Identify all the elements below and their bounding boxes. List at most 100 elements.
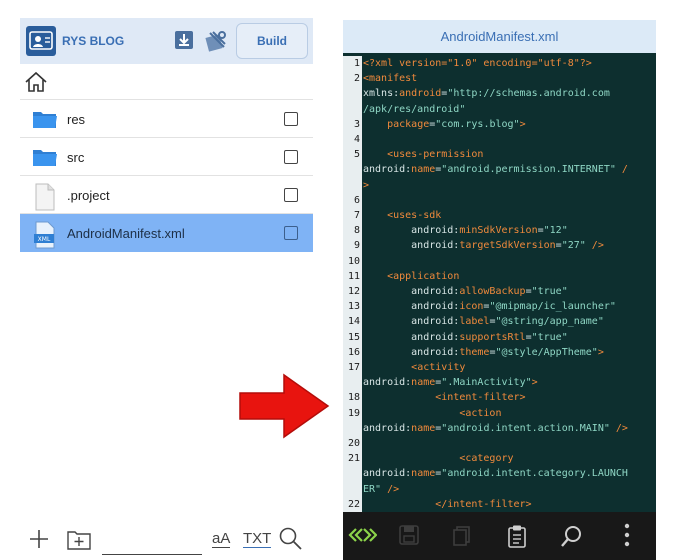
- code-token: label: [459, 316, 490, 328]
- code-token: android:: [363, 164, 412, 176]
- code-line: android:name="android.intent.action.MAIN…: [343, 421, 656, 436]
- copy-icon[interactable]: [451, 524, 473, 551]
- code-token: <?xml version="1.0" encoding="utf-8"?>: [363, 58, 592, 69]
- file-checkbox[interactable]: [284, 150, 298, 164]
- code-text: android:targetSdkVersion="27" />: [363, 238, 604, 253]
- line-number: 16: [347, 346, 360, 358]
- app-logo-icon: [26, 26, 56, 56]
- expand-arrows-icon[interactable]: [347, 524, 378, 551]
- filter-input-underline[interactable]: [102, 554, 202, 555]
- code-text: <uses-permission: [363, 147, 483, 162]
- file-row-androidmanifest[interactable]: XML AndroidManifest.xml: [20, 214, 313, 252]
- code-token: "@style/AppTheme": [495, 346, 598, 358]
- font-size-button[interactable]: aA: [212, 531, 231, 548]
- home-row[interactable]: [20, 64, 313, 100]
- code-token: "@string/app_name": [495, 316, 604, 328]
- code-line: 22 </intent-filter>: [343, 497, 656, 512]
- app-title: RYS BLOG: [62, 34, 125, 48]
- more-options-icon[interactable]: [623, 523, 631, 552]
- tools-icon[interactable]: [204, 29, 226, 52]
- code-area[interactable]: 1 <?xml version="1.0" encoding="utf-8"?> 2…: [343, 56, 656, 512]
- code-token: />: [609, 422, 628, 434]
- code-token: "@mipmap/ic_launcher": [489, 301, 616, 313]
- code-text: /apk/res/android": [363, 102, 465, 117]
- code-token: "27": [561, 240, 586, 252]
- code-token: "true": [531, 331, 568, 343]
- build-button[interactable]: Build: [236, 23, 308, 59]
- code-token: <manifest: [363, 73, 418, 85]
- code-token: android:: [363, 346, 460, 358]
- code-line: 14 android:label="@string/app_name": [343, 314, 656, 329]
- code-line: 18 <intent-filter>: [343, 390, 656, 405]
- code-line: 6: [343, 193, 656, 208]
- code-token: <action: [459, 407, 502, 419]
- line-number: 5: [353, 149, 360, 161]
- code-token: ".MainActivity": [441, 377, 532, 389]
- code-text: ER" />: [363, 482, 399, 497]
- code-token: /: [615, 164, 628, 176]
- code-token: name: [411, 468, 436, 480]
- code-line: android:name="android.intent.category.LA…: [343, 466, 656, 481]
- file-checkbox[interactable]: [284, 226, 298, 240]
- code-token: supportsRtl: [459, 331, 526, 343]
- code-token: "http://schemas.android.com: [447, 88, 610, 100]
- code-text: android:name="android.intent.category.LA…: [363, 466, 628, 481]
- file-explorer-panel: RYS BLOG Build res src .project XML Andr…: [20, 18, 313, 560]
- search-icon[interactable]: [278, 526, 304, 557]
- code-line: 2 <manifest: [343, 71, 656, 86]
- line-number: 11: [347, 270, 360, 282]
- file-name: src: [67, 150, 85, 165]
- code-line: 11 <application: [343, 269, 656, 284]
- file-name: res: [67, 112, 86, 127]
- new-folder-icon[interactable]: [66, 528, 92, 557]
- code-token: name: [411, 377, 436, 389]
- line-number: 21: [347, 453, 360, 465]
- line-number: 19: [347, 407, 360, 419]
- code-token: ER": [363, 483, 382, 495]
- code-token: />: [381, 483, 400, 495]
- file-checkbox[interactable]: [284, 112, 298, 126]
- code-token: android:: [363, 377, 412, 389]
- code-token: "com.rys.blog": [435, 118, 520, 130]
- code-token: <uses-permission: [387, 149, 484, 161]
- code-token: <activity: [411, 362, 466, 373]
- code-text: <action: [363, 406, 501, 421]
- code-text: android:minSdkVersion="12": [363, 223, 568, 238]
- code-token: package: [387, 118, 430, 130]
- paste-icon[interactable]: [506, 524, 528, 553]
- file-row-project[interactable]: .project: [20, 176, 313, 214]
- line-number: 13: [347, 301, 360, 313]
- code-token: android:: [363, 225, 460, 237]
- code-text: android:icon="@mipmap/ic_launcher": [363, 299, 616, 314]
- file-row-src[interactable]: src: [20, 138, 313, 176]
- file-checkbox[interactable]: [284, 188, 298, 202]
- file-row-res[interactable]: res: [20, 100, 313, 138]
- home-icon[interactable]: [24, 70, 47, 92]
- txt-mode-button[interactable]: TXT: [243, 531, 272, 548]
- code-token: icon: [459, 301, 484, 313]
- line-number: 2: [353, 73, 360, 85]
- code-line: 4: [343, 132, 656, 147]
- download-icon[interactable]: [173, 29, 195, 51]
- code-token: android:: [363, 468, 412, 480]
- add-icon[interactable]: [28, 528, 50, 555]
- search-icon[interactable]: [560, 524, 584, 553]
- code-token: "android.intent.category.LAUNCH: [441, 468, 628, 480]
- code-line: 1 <?xml version="1.0" encoding="utf-8"?>: [343, 56, 656, 71]
- bottom-toolbar: aA TXT: [20, 520, 313, 560]
- code-text: <activity: [363, 360, 465, 375]
- code-line: 21 <category: [343, 451, 656, 466]
- code-token: name: [411, 164, 436, 176]
- code-line: android:name=".MainActivity">: [343, 375, 656, 390]
- code-token: >: [363, 179, 370, 191]
- line-number: 10: [347, 255, 360, 267]
- code-token: <application: [387, 270, 460, 282]
- code-line: 16 android:theme="@style/AppTheme">: [343, 345, 656, 360]
- code-token: /apk/res/android": [363, 103, 466, 115]
- code-token: android: [399, 88, 442, 100]
- line-number: 1: [353, 58, 360, 69]
- save-icon[interactable]: [398, 524, 420, 551]
